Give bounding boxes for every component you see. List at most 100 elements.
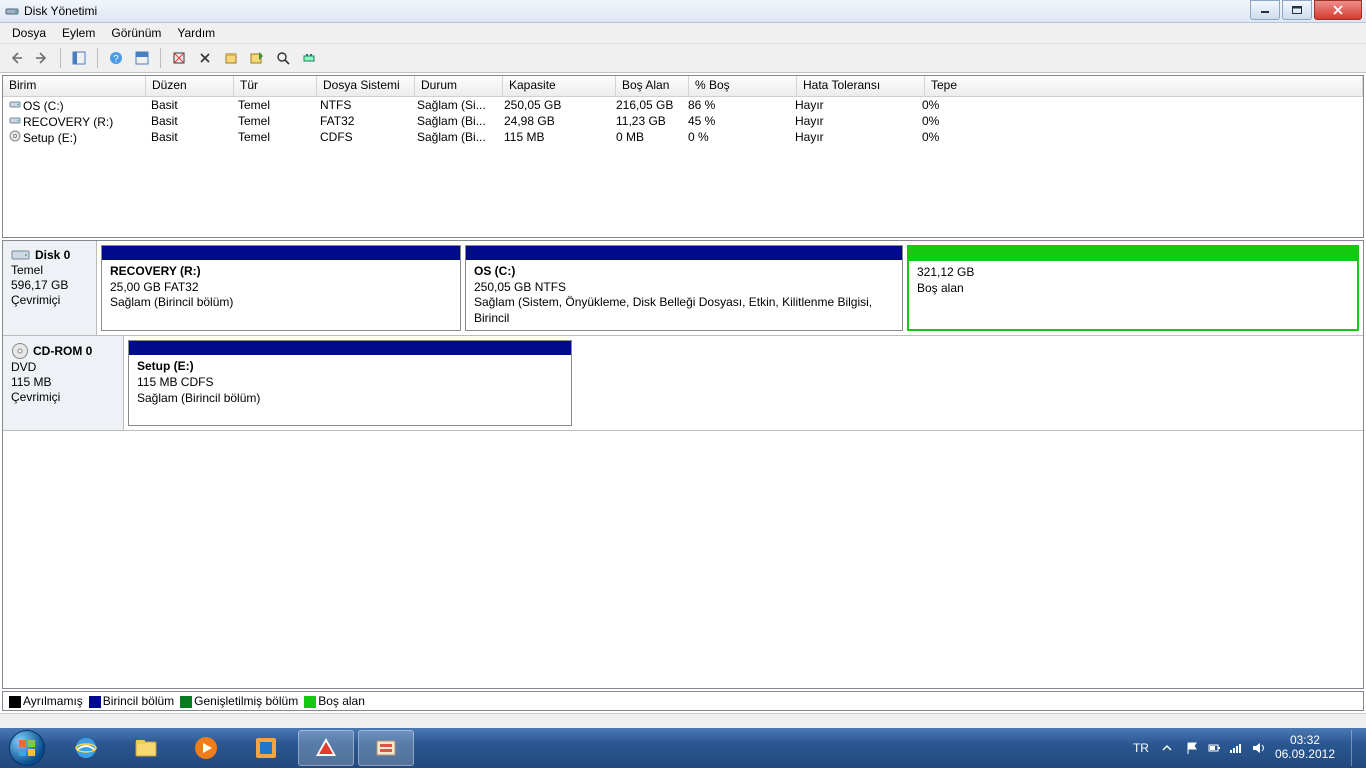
toolbar: ?: [0, 43, 1366, 73]
tray-chevron-up-icon[interactable]: [1159, 740, 1175, 756]
volume-status: Sağlam (Si...: [411, 98, 498, 112]
col-layout[interactable]: Düzen: [146, 76, 234, 96]
settings-button[interactable]: [297, 46, 321, 70]
legend-free: Boş alan: [304, 694, 365, 708]
network-icon[interactable]: [1229, 741, 1243, 755]
col-free[interactable]: Boş Alan: [616, 76, 689, 96]
partition[interactable]: RECOVERY (R:)25,00 GB FAT32Sağlam (Birin…: [101, 245, 461, 331]
close-button[interactable]: [1314, 0, 1362, 20]
volume-row[interactable]: RECOVERY (R:)BasitTemelFAT32Sağlam (Bi..…: [3, 113, 1363, 129]
properties-button[interactable]: [219, 46, 243, 70]
disk-type: DVD: [11, 360, 115, 375]
statusbar: [0, 713, 1366, 728]
volume-name: Setup (E:): [23, 131, 77, 145]
cd-icon: [9, 130, 23, 142]
menu-view[interactable]: Görünüm: [103, 24, 169, 42]
app-icon: [4, 3, 20, 19]
taskbar-ie[interactable]: [58, 730, 114, 766]
drive-icon: [9, 98, 23, 110]
partition-header: [909, 247, 1357, 261]
col-overhead[interactable]: Tepe: [925, 76, 1363, 96]
volume-capacity: 250,05 GB: [498, 98, 610, 112]
volume-pct: 0 %: [682, 130, 789, 144]
window-controls: [1248, 0, 1362, 20]
taskbar-media-player[interactable]: [178, 730, 234, 766]
tray-language[interactable]: TR: [1133, 741, 1149, 755]
drive-icon: [9, 114, 23, 126]
volume-list-body[interactable]: OS (C:)BasitTemelNTFSSağlam (Si...250,05…: [3, 97, 1363, 237]
volume-pct: 45 %: [682, 114, 789, 128]
partition[interactable]: Setup (E:)115 MB CDFSSağlam (Birincil bö…: [128, 340, 572, 426]
volume-fault: Hayır: [789, 114, 916, 128]
disk-type: Temel: [11, 263, 88, 278]
col-volume[interactable]: Birim: [3, 76, 146, 96]
volume-row[interactable]: Setup (E:)BasitTemelCDFSSağlam (Bi...115…: [3, 129, 1363, 145]
volume-fs: CDFS: [314, 130, 411, 144]
tray-icons: [1185, 741, 1265, 755]
partition-header: [129, 341, 571, 355]
volume-fault: Hayır: [789, 130, 916, 144]
volume-type: Temel: [232, 98, 314, 112]
partition-header: [102, 246, 460, 260]
action-button[interactable]: [245, 46, 269, 70]
taskbar-explorer[interactable]: [118, 730, 174, 766]
legend-primary: Birincil bölüm: [89, 694, 174, 708]
partition-header: [466, 246, 902, 260]
volume-row[interactable]: OS (C:)BasitTemelNTFSSağlam (Si...250,05…: [3, 97, 1363, 113]
forward-button[interactable]: [30, 46, 54, 70]
titlebar: Disk Yönetimi: [0, 0, 1366, 23]
start-button[interactable]: [0, 728, 54, 768]
show-desktop-button[interactable]: [1351, 730, 1358, 766]
partition-container: RECOVERY (R:)25,00 GB FAT32Sağlam (Birin…: [97, 241, 1363, 335]
free-space[interactable]: 321,12 GBBoş alan: [907, 245, 1359, 331]
hdd-icon: [11, 247, 31, 263]
partition-title: OS (C:): [474, 264, 894, 280]
disk-label[interactable]: Disk 0Temel596,17 GBÇevrimiçi: [3, 241, 97, 335]
volume-icon[interactable]: [1251, 741, 1265, 755]
col-capacity[interactable]: Kapasite: [503, 76, 616, 96]
maximize-button[interactable]: [1282, 0, 1312, 20]
taskbar-disk-mgmt[interactable]: [358, 730, 414, 766]
volume-status: Sağlam (Bi...: [411, 114, 498, 128]
minimize-button[interactable]: [1250, 0, 1280, 20]
menu-action[interactable]: Eylem: [54, 24, 103, 42]
help-button[interactable]: ?: [104, 46, 128, 70]
svg-text:?: ?: [113, 54, 119, 65]
volume-status: Sağlam (Bi...: [411, 130, 498, 144]
flag-icon[interactable]: [1185, 741, 1199, 755]
taskbar-app-2[interactable]: [298, 730, 354, 766]
volume-type: Temel: [232, 114, 314, 128]
volume-name: OS (C:): [23, 99, 64, 113]
disk-size: 596,17 GB: [11, 278, 88, 293]
volume-layout: Basit: [145, 130, 232, 144]
col-fault[interactable]: Hata Toleransı: [797, 76, 925, 96]
volume-list: Birim Düzen Tür Dosya Sistemi Durum Kapa…: [2, 75, 1364, 238]
volume-pct: 86 %: [682, 98, 789, 112]
power-icon[interactable]: [1207, 741, 1221, 755]
disk-name: Disk 0: [35, 248, 70, 263]
disk-size: 115 MB: [11, 375, 115, 390]
rescan-disks-button[interactable]: [271, 46, 295, 70]
show-hide-console-tree-button[interactable]: [67, 46, 91, 70]
back-button[interactable]: [4, 46, 28, 70]
tray-clock[interactable]: 03:32 06.09.2012: [1275, 734, 1335, 762]
disk-label[interactable]: CD-ROM 0DVD115 MBÇevrimiçi: [3, 336, 124, 430]
col-status[interactable]: Durum: [415, 76, 503, 96]
refresh-button[interactable]: [167, 46, 191, 70]
col-pct-free[interactable]: % Boş: [689, 76, 797, 96]
partition[interactable]: OS (C:)250,05 GB NTFSSağlam (Sistem, Öny…: [465, 245, 903, 331]
partition-container: Setup (E:)115 MB CDFSSağlam (Birincil bö…: [124, 336, 1363, 430]
col-filesystem[interactable]: Dosya Sistemi: [317, 76, 415, 96]
partition-title: RECOVERY (R:): [110, 264, 452, 280]
system-tray: TR 03:32 06.09.2012: [1133, 730, 1366, 766]
view-top-button[interactable]: [130, 46, 154, 70]
partition-status: Boş alan: [917, 281, 1349, 297]
col-type[interactable]: Tür: [234, 76, 317, 96]
taskbar-app-1[interactable]: [238, 730, 294, 766]
delete-button[interactable]: [193, 46, 217, 70]
menu-help[interactable]: Yardım: [169, 24, 223, 42]
toolbar-sep: [160, 48, 161, 68]
menu-file[interactable]: Dosya: [4, 24, 54, 42]
volume-overhead: 0%: [916, 130, 1363, 144]
volume-fs: NTFS: [314, 98, 411, 112]
